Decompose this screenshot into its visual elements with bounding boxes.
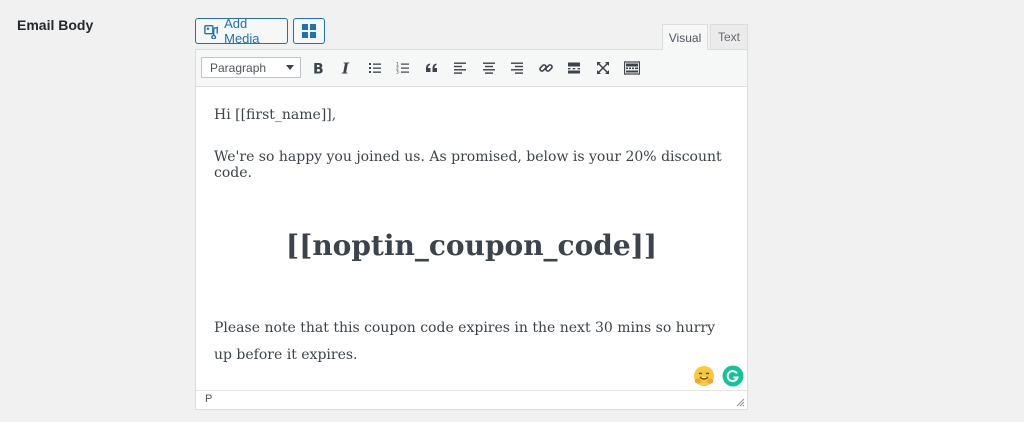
bold-button[interactable]: B — [308, 58, 328, 78]
toolbar-toggle-button[interactable] — [622, 58, 642, 78]
greeting-text: Hi [[first_name]], — [214, 107, 337, 123]
bullet-list-icon — [369, 63, 381, 73]
align-left-button[interactable] — [450, 58, 470, 78]
grid-icon — [302, 24, 316, 38]
blockquote-icon — [426, 63, 437, 72]
element-path[interactable]: P — [205, 393, 212, 405]
add-media-label: Add Media — [224, 16, 260, 46]
svg-text:3: 3 — [396, 70, 399, 75]
numbered-list-icon: 1 2 3 — [396, 62, 409, 75]
coupon-code-heading: [[noptin_coupon_code]] — [285, 229, 658, 262]
tab-visual[interactable]: Visual — [662, 24, 708, 50]
format-select-value: Paragraph — [210, 60, 267, 75]
resize-handle-icon[interactable] — [736, 398, 745, 407]
media-icon — [204, 24, 218, 39]
format-select[interactable]: Paragraph — [201, 57, 301, 78]
toolbar-toggle-icon — [624, 61, 640, 75]
fullscreen-icon — [597, 62, 609, 74]
numbered-list-button[interactable]: 1 2 3 — [393, 58, 413, 78]
svg-text:I: I — [341, 61, 350, 75]
grammarly-icon[interactable] — [722, 365, 744, 387]
italic-button[interactable]: I — [336, 58, 356, 78]
editor-content[interactable]: Hi [[first_name]], We're so happy you jo… — [196, 87, 747, 391]
align-left-icon — [454, 62, 466, 74]
italic-icon: I — [341, 61, 350, 75]
note-text: Please note that this coupon code expire… — [214, 320, 716, 363]
align-center-button[interactable] — [479, 58, 499, 78]
editor-box: Paragraph B I 1 2 3 Hi [[first_name]], W… — [195, 49, 748, 410]
blockquote-button[interactable] — [422, 58, 442, 78]
layout-blocks-button[interactable] — [293, 18, 325, 44]
intro-text: We're so happy you joined us. As promise… — [214, 149, 722, 181]
bold-icon: B — [313, 62, 324, 76]
editor-statusbar: P — [196, 390, 747, 409]
tab-text[interactable]: Text — [710, 24, 748, 49]
editor-toolbar: Paragraph B I 1 2 3 — [196, 50, 747, 87]
field-label: Email Body — [17, 17, 94, 33]
emoji-hug-icon[interactable] — [693, 365, 715, 387]
read-more-icon — [568, 62, 580, 74]
read-more-button[interactable] — [564, 58, 584, 78]
bullet-list-button[interactable] — [365, 58, 385, 78]
add-media-button[interactable]: Add Media — [195, 16, 288, 46]
align-right-icon — [511, 62, 523, 74]
svg-text:B: B — [313, 62, 324, 76]
insert-link-button[interactable] — [536, 58, 556, 78]
fullscreen-button[interactable] — [593, 58, 613, 78]
chevron-down-icon — [286, 65, 294, 70]
link-icon — [539, 64, 553, 72]
align-center-icon — [483, 62, 495, 74]
align-right-button[interactable] — [507, 58, 527, 78]
